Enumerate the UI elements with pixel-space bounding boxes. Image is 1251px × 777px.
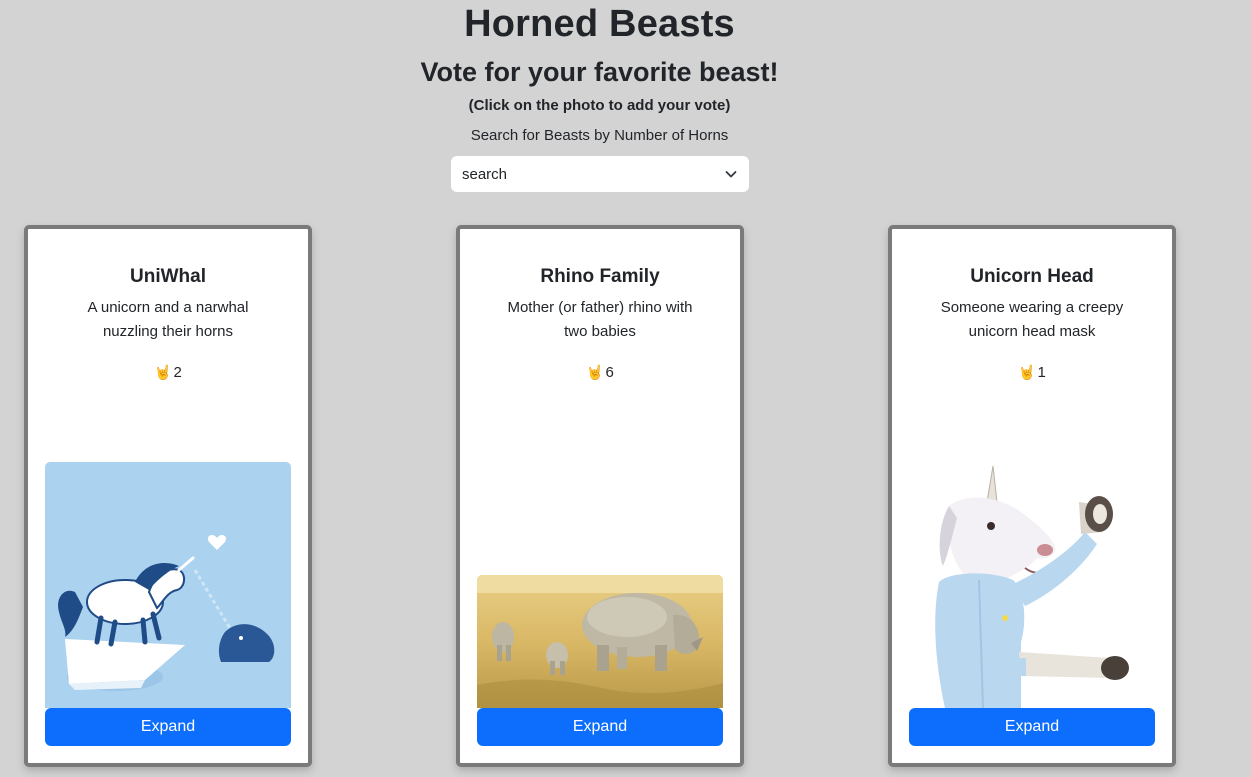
vote-count: 🤘 6 — [460, 362, 740, 383]
page-subtitle: Vote for your favorite beast! — [420, 57, 779, 87]
vote-number: 6 — [605, 364, 614, 381]
beast-card-uniwhal: UniWhal A unicorn and a narwhal nuzzling… — [24, 225, 312, 767]
horns-icon: 🤘 — [1018, 364, 1036, 380]
beast-card-rhino-family: Rhino Family Mother (or father) rhino wi… — [456, 225, 744, 767]
beast-card-unicorn-head: Unicorn Head Someone wearing a creepy un… — [888, 225, 1176, 767]
horns-icon: 🤘 — [154, 364, 172, 380]
card-description: A unicorn and a narwhal nuzzling their h… — [87, 299, 249, 340]
card-title: Rhino Family — [540, 266, 660, 287]
page-title: Horned Beasts — [464, 3, 735, 45]
vote-count: 🤘 2 — [28, 362, 308, 383]
horns-search-select[interactable]: search — [451, 156, 749, 192]
chevron-down-icon — [724, 167, 738, 181]
horns-icon: 🤘 — [586, 364, 604, 380]
vote-number: 2 — [173, 364, 182, 381]
card-description: Someone wearing a creepy unicorn head ma… — [940, 299, 1124, 340]
beast-photo-rhino-family[interactable] — [477, 575, 723, 708]
vote-count: 🤘 1 — [892, 362, 1172, 383]
expand-button[interactable]: Expand — [909, 708, 1155, 746]
search-select-value: search — [462, 165, 508, 183]
card-title: Unicorn Head — [970, 266, 1094, 287]
expand-button[interactable]: Expand — [45, 708, 291, 746]
beast-photo-unicorn-head[interactable] — [909, 462, 1155, 708]
card-title: UniWhal — [130, 266, 206, 287]
vote-hint: (Click on the photo to add your vote) — [468, 97, 731, 114]
beast-photo-uniwhal[interactable] — [45, 462, 291, 708]
card-description: Mother (or father) rhino with two babies — [507, 299, 693, 340]
expand-button[interactable]: Expand — [477, 708, 723, 746]
search-label: Search for Beasts by Number of Horns — [470, 127, 729, 144]
vote-number: 1 — [1037, 364, 1046, 381]
